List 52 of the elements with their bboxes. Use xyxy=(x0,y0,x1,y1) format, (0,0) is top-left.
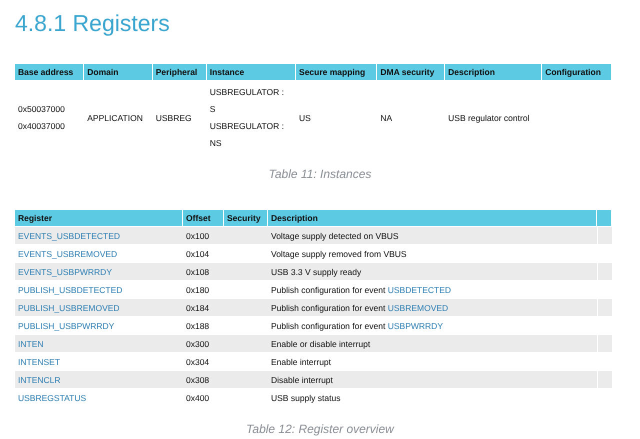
table-cell: 0x308 xyxy=(183,370,224,388)
description-text: Publish configuration for event USBREMOVED xyxy=(271,302,448,312)
description-text: USB 3.3 V supply ready xyxy=(271,266,362,276)
column-header: Secure mapping xyxy=(296,64,378,80)
register-link[interactable]: USBREGSTATUS xyxy=(18,392,86,402)
table-cell-text: US xyxy=(298,112,312,124)
description-text: Disable interrupt xyxy=(271,374,333,384)
instance-line: S xyxy=(210,104,216,114)
description-text: USB supply status xyxy=(271,392,340,402)
section-heading: 4.8.1 Registers xyxy=(15,9,171,38)
column-header: Configuration xyxy=(542,64,612,80)
column-header: Register xyxy=(15,210,183,226)
description-text: Enable or disable interrupt xyxy=(271,338,370,348)
column-header: Offset xyxy=(183,210,224,226)
register-link[interactable]: EVENTS_USBREMOVED xyxy=(18,248,118,258)
instance-line: USBREGULATOR : xyxy=(210,87,286,97)
description-text: Enable interrupt xyxy=(271,356,332,366)
column-header: Domain xyxy=(84,64,153,80)
column-header: DMA security xyxy=(377,64,446,80)
table-caption: Table 12: Register overview xyxy=(245,422,396,436)
register-link[interactable]: INTENSET xyxy=(18,356,60,366)
column-header: Description xyxy=(445,64,542,80)
description-text: Publish configuration for event USBPWRRDY xyxy=(271,320,443,330)
table-cell-text: USBREG xyxy=(154,112,193,124)
table-caption: Table 11: Instances xyxy=(268,167,372,181)
table-cell: 0x184 xyxy=(183,298,224,316)
description-text: Voltage supply removed from VBUS xyxy=(271,248,407,258)
event-link[interactable]: USBREMOVED xyxy=(388,302,448,312)
table-cell: 0x300 xyxy=(183,334,224,352)
instance-line: NS xyxy=(210,138,223,148)
table-cell: 0x108 xyxy=(183,262,224,280)
register-link[interactable]: PUBLISH_USBDETECTED xyxy=(18,284,122,294)
event-link[interactable]: USBPWRRDY xyxy=(388,320,443,330)
column-header: Instance xyxy=(206,64,296,80)
table-cell-text: USB regulator control xyxy=(447,112,530,125)
table-cell: 0x400 xyxy=(183,388,224,406)
base-address: 0x40037000 xyxy=(18,121,66,131)
table-cell: 0x100 xyxy=(183,226,224,244)
column-header: Base address xyxy=(15,64,84,80)
instance-line: USBREGULATOR : xyxy=(210,121,286,131)
register-link[interactable]: INTEN xyxy=(18,338,44,348)
description-text: Voltage supply detected on VBUS xyxy=(271,230,399,240)
table-cell-text: NA xyxy=(379,112,394,124)
description-text: Publish configuration for event USBDETECTED xyxy=(271,284,452,294)
table-cell-text: APPLICATION xyxy=(86,112,144,124)
event-link[interactable]: USBDETECTED xyxy=(388,284,452,294)
column-header: Peripheral xyxy=(152,64,207,80)
base-address: 0x50037000 xyxy=(18,104,66,114)
column-header: Security xyxy=(224,210,268,226)
register-link[interactable]: INTENCLR xyxy=(18,374,61,384)
column-header: Description xyxy=(268,210,597,226)
register-link[interactable]: PUBLISH_USBPWRRDY xyxy=(18,320,114,330)
